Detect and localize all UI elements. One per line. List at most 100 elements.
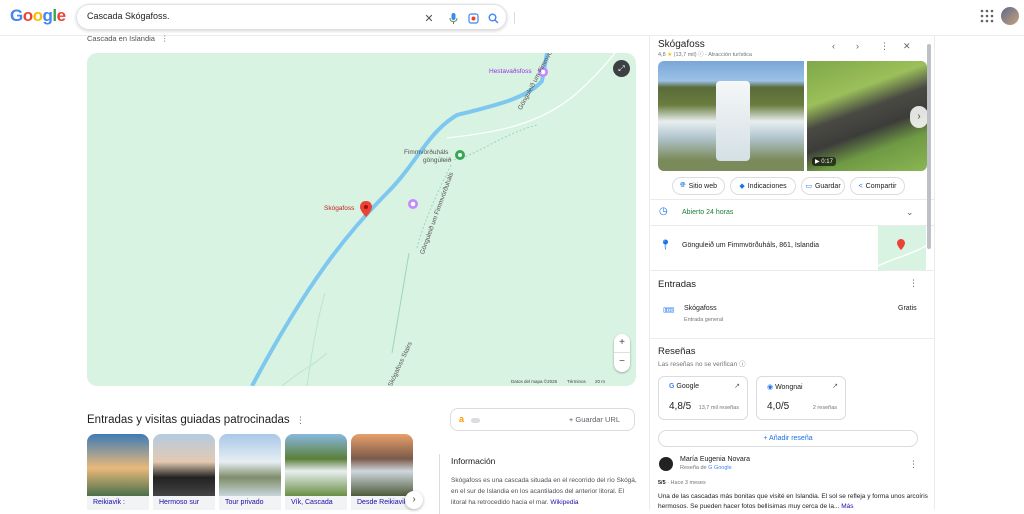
zoom-out-button[interactable]: − — [614, 352, 630, 371]
wongnai-source-label: ◉ Wongnai — [767, 384, 803, 391]
tour-card[interactable]: Vík, Cascada — [285, 434, 347, 510]
save-url-button[interactable]: + Guardar URL — [569, 415, 620, 424]
external-link-icon: ↗ — [832, 383, 838, 390]
photo-waterfall[interactable] — [658, 61, 804, 171]
tour-card[interactable]: Reikiavik : — [87, 434, 149, 510]
chevron-right-icon[interactable]: › — [856, 41, 859, 51]
save-button[interactable]: ▭ Guardar — [801, 177, 845, 195]
search-divider — [514, 12, 515, 24]
external-link-icon: ↗ — [734, 383, 740, 390]
toggle-switch[interactable] — [471, 418, 480, 423]
google-source-label: G Google — [669, 383, 699, 390]
directions-button[interactable]: ◆ Indicaciones — [730, 177, 796, 195]
wongnai-icon: ◉ — [767, 384, 774, 391]
divider — [650, 199, 934, 200]
more-options-icon[interactable]: ⋮ — [880, 41, 889, 52]
apps-grid-icon[interactable] — [980, 9, 994, 23]
tour-card[interactable]: Desde Reikiavik — [351, 434, 413, 510]
wongnai-score: 4,0/5 — [767, 401, 790, 412]
camera-lens-icon[interactable] — [465, 10, 481, 26]
carousel-next-button[interactable]: › — [405, 491, 423, 509]
account-avatar[interactable] — [1001, 7, 1019, 25]
video-thumbnail[interactable] — [807, 61, 927, 171]
search-input[interactable] — [87, 11, 407, 21]
divider — [439, 454, 440, 514]
share-icon: < — [858, 182, 863, 190]
google-count: 13,7 mil reseñas — [698, 405, 739, 411]
divider — [650, 338, 934, 339]
review-more-link[interactable]: Más — [841, 503, 853, 510]
panel-scrollbar[interactable] — [927, 44, 931, 249]
tour-card[interactable]: Tour privado — [219, 434, 281, 510]
search-icon[interactable] — [485, 10, 501, 26]
knowledge-panel: Skógafoss 4,8 ★ (13,7 mil) ⓘ · Atracción… — [649, 36, 935, 510]
photo-next-icon[interactable]: › — [910, 106, 928, 128]
clock-icon: ◷ — [659, 206, 668, 217]
divider — [650, 270, 934, 271]
map[interactable]: Hestavaðsfoss Fimmvörðuháls gönguleið Sk… — [87, 53, 636, 386]
reviews-sub: Las reseñas no se verifican ⓘ — [658, 361, 746, 368]
ticket-icon: 🎟︎ — [663, 305, 675, 315]
hours-text[interactable]: Abierto 24 horas — [682, 209, 733, 216]
more-options-icon[interactable]: ⋮ — [909, 278, 918, 289]
map-canvas — [250, 53, 616, 386]
website-button[interactable]: 🌐︎ Sitio web — [672, 177, 725, 195]
map-label-skogafoss[interactable]: Skógafoss — [324, 205, 354, 212]
google-g-icon: G — [708, 465, 713, 471]
info-title: Información — [451, 456, 496, 466]
reviewer-avatar[interactable] — [659, 457, 673, 471]
close-icon[interactable]: ✕ — [421, 10, 437, 26]
add-review-button[interactable]: + Añadir reseña — [658, 430, 918, 447]
map-label-hestavad[interactable]: Hestavaðsfoss — [489, 68, 532, 75]
wikipedia-link[interactable]: Wikipedia — [550, 499, 578, 506]
map-data-credit: Datos del mapa ©2026 — [511, 379, 558, 384]
tour-carousel: Reikiavik : Hermoso sur Tour privado Vík… — [87, 434, 417, 514]
review-source-google[interactable]: G Google ↗ 4,8/5 13,7 mil reseñas — [658, 376, 748, 420]
chevron-down-icon[interactable]: ⌄ — [906, 207, 914, 218]
review-score: 5/5 · Hace 3 meses — [658, 480, 706, 486]
reviewer-name[interactable]: María Eugenia Novara — [680, 456, 750, 463]
google-score: 4,8/5 — [669, 401, 692, 412]
map-label-fimm-1[interactable]: Fimmvörðuháls — [404, 149, 448, 156]
ticket-price: Gratis — [898, 305, 917, 312]
map-scale: 20 m — [595, 379, 606, 384]
bookmark-icon: ▭ — [805, 183, 812, 190]
panel-rating: 4,8 ★ (13,7 mil) ⓘ · Atracción turística — [658, 52, 752, 58]
zoom-control: + − — [614, 334, 630, 372]
map-terms-link[interactable]: Términos — [567, 379, 586, 384]
search-box: ✕ — [76, 4, 515, 30]
reviewer-sub: Reseña de G Google — [680, 465, 732, 471]
directions-icon: ◆ — [739, 183, 745, 190]
zoom-in-button[interactable]: + — [614, 334, 630, 352]
ticket-sub: Entrada general — [684, 317, 724, 323]
mini-map[interactable] — [878, 226, 926, 270]
address-text[interactable]: Gönguleið um Fimmvörðuháls, 861, Islandi… — [682, 242, 819, 249]
tickets-title: Entradas — [658, 279, 697, 290]
info-text: Skógafoss es una cascada situada en el r… — [451, 477, 637, 506]
chevron-left-icon[interactable]: ‹ — [832, 41, 835, 51]
panel-title: Skógafoss — [658, 39, 705, 50]
location-pin-icon: 📍︎ — [659, 240, 672, 251]
map-pin — [360, 201, 372, 217]
globe-icon: 🌐︎ — [679, 182, 686, 189]
sponsored-title: Entradas y visitas guiadas patrocinadas … — [87, 414, 305, 426]
video-duration-badge: ▶ 0:17 — [812, 157, 836, 166]
wongnai-count: 2 reseñas — [812, 405, 837, 411]
microphone-icon[interactable] — [445, 10, 461, 26]
map-label-fimm-2[interactable]: gönguleið — [423, 157, 451, 164]
top-bar: Google ✕ — [0, 0, 1024, 36]
share-button[interactable]: < Compartir — [850, 177, 905, 195]
close-panel-icon[interactable]: ✕ — [903, 41, 911, 52]
google-g-icon: G — [669, 383, 675, 390]
breadcrumb: Cascada en Islandia ⋮ — [87, 34, 169, 43]
review-text: Una de las cascadas más bonitas que visi… — [658, 493, 928, 510]
tour-card[interactable]: Hermoso sur — [153, 434, 215, 510]
google-logo[interactable]: Google — [10, 6, 66, 26]
expand-map-icon[interactable]: ⤢ — [613, 60, 630, 77]
review-source-wongnai[interactable]: ◉ Wongnai ↗ 4,0/5 2 reseñas — [756, 376, 846, 420]
ticket-name[interactable]: Skógafoss — [684, 305, 717, 312]
reviews-title: Reseñas — [658, 346, 696, 357]
review-more-options-icon[interactable]: ⋮ — [909, 459, 918, 470]
amazon-save-bar: a + Guardar URL — [450, 408, 635, 431]
amazon-icon[interactable]: a — [459, 414, 464, 424]
